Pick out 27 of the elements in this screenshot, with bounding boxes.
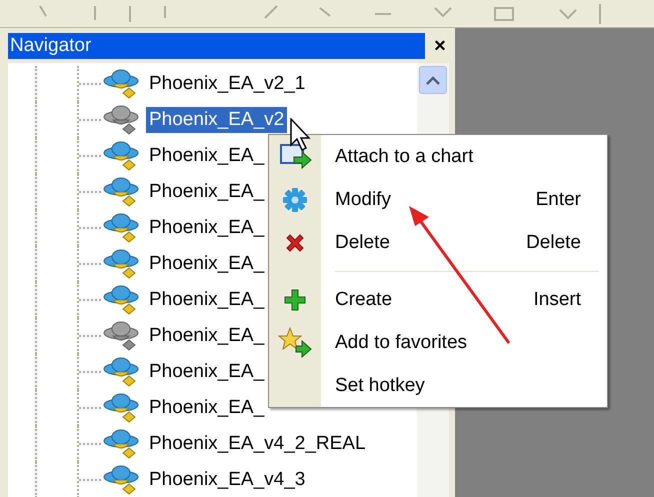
chevron-up-icon — [426, 76, 440, 84]
close-icon — [284, 232, 306, 254]
shortcut-label: Insert — [533, 288, 582, 310]
shortcut-label: Enter — [536, 188, 582, 210]
tree-item[interactable]: Phoenix_EA_ — [146, 143, 268, 169]
close-button[interactable]: × — [425, 33, 455, 59]
tree-item[interactable]: Phoenix_EA_v4_3 — [146, 467, 308, 493]
menu-item[interactable]: Add to favorites — [269, 321, 607, 364]
chart-arrow-icon — [278, 142, 312, 170]
tree-item[interactable]: Phoenix_EA_ — [146, 359, 268, 385]
tree-item[interactable]: Phoenix_EA_ — [146, 395, 268, 421]
star-arrow-icon — [278, 326, 312, 358]
tree-item[interactable]: Phoenix_EA_ — [146, 179, 268, 205]
menu-item[interactable]: Modify Enter — [269, 178, 607, 221]
panel-title: Navigator — [8, 33, 425, 59]
tree-item[interactable]: Phoenix_EA_v2_1 — [146, 71, 308, 97]
menu-item[interactable]: Set hotkey — [269, 364, 607, 407]
menu-item[interactable]: Create Insert — [269, 278, 607, 321]
menu-item[interactable]: Delete Delete — [269, 221, 607, 264]
tree-item[interactable]: Phoenix_EA_ — [146, 251, 268, 277]
tree-item[interactable]: Phoenix_EA_ — [146, 215, 268, 241]
plus-icon — [283, 288, 307, 312]
scroll-up-button[interactable] — [419, 66, 447, 94]
menu-item[interactable]: Attach to a chart — [269, 135, 607, 178]
tree-item[interactable]: Phoenix_EA_v4_2_REAL — [146, 431, 369, 457]
tree-item[interactable]: Phoenix_EA_ — [146, 287, 268, 313]
shortcut-label: Delete — [526, 232, 582, 254]
